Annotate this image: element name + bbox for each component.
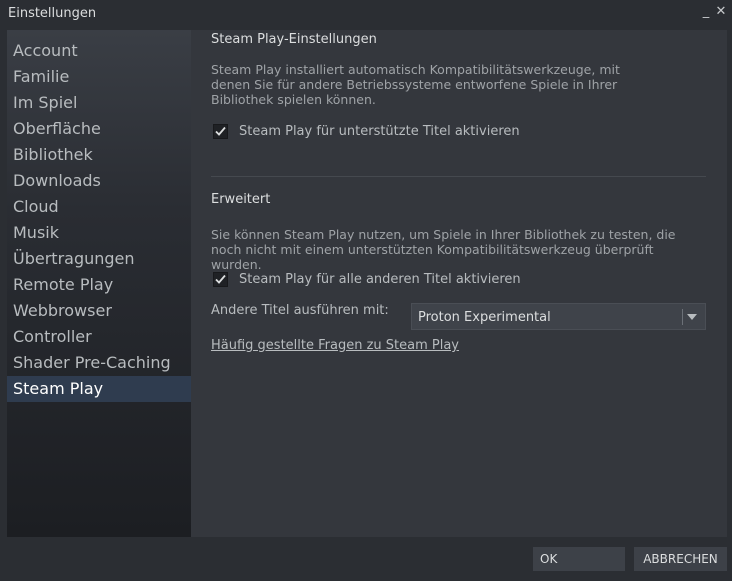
sidebar-item-controller[interactable]: Controller (7, 324, 191, 350)
sidebar-item-webbrowser[interactable]: Webbrowser (7, 298, 191, 324)
minimize-button[interactable]: _ (699, 4, 713, 20)
sidebar-item-oberflaeche[interactable]: Oberfläche (7, 116, 191, 142)
sidebar-item-downloads[interactable]: Downloads (7, 168, 191, 194)
section-divider (211, 176, 706, 177)
sidebar-item-familie[interactable]: Familie (7, 64, 191, 90)
compatibility-tool-dropdown[interactable]: Proton Experimental (411, 303, 706, 330)
section-description-advanced: Sie können Steam Play nutzen, um Spiele … (211, 227, 676, 272)
settings-sidebar: Account Familie Im Spiel Oberfläche Bibl… (7, 30, 191, 537)
sidebar-item-musik[interactable]: Musik (7, 220, 191, 246)
close-button[interactable]: ✕ (714, 4, 728, 20)
title-bar: Einstellungen _ ✕ (0, 0, 732, 28)
dropdown-separator (682, 309, 683, 325)
content-edge (727, 30, 732, 537)
sidebar-item-uebertragungen[interactable]: Übertragungen (7, 246, 191, 272)
chevron-down-icon (687, 314, 697, 320)
sidebar-item-cloud[interactable]: Cloud (7, 194, 191, 220)
dropdown-value: Proton Experimental (418, 310, 551, 325)
window-title: Einstellungen (8, 6, 97, 21)
ok-button[interactable]: OK (533, 547, 625, 571)
checkbox-label: Steam Play für unterstützte Titel aktivi… (239, 124, 520, 139)
section-title-steam-play: Steam Play-Einstellungen (211, 32, 377, 47)
settings-content: Steam Play-Einstellungen Steam Play inst… (191, 30, 727, 537)
checkbox-box[interactable] (213, 272, 228, 287)
section-title-advanced: Erweitert (211, 192, 271, 207)
sidebar-item-shader-pre-caching[interactable]: Shader Pre-Caching (7, 350, 191, 376)
checkmark-icon (215, 126, 226, 136)
sidebar-item-account[interactable]: Account (7, 38, 191, 64)
run-with-label: Andere Titel ausführen mit: (211, 303, 389, 318)
checkbox-label: Steam Play für alle anderen Titel aktivi… (239, 272, 521, 287)
cancel-button[interactable]: ABBRECHEN (634, 547, 727, 571)
faq-link[interactable]: Häufig gestellte Fragen zu Steam Play (211, 338, 459, 353)
sidebar-item-im-spiel[interactable]: Im Spiel (7, 90, 191, 116)
checkmark-icon (215, 274, 226, 284)
sidebar-item-steam-play[interactable]: Steam Play (7, 376, 191, 402)
sidebar-item-remote-play[interactable]: Remote Play (7, 272, 191, 298)
section-description-steam-play: Steam Play installiert automatisch Kompa… (211, 62, 620, 107)
sidebar-item-bibliothek[interactable]: Bibliothek (7, 142, 191, 168)
checkbox-box[interactable] (213, 124, 228, 139)
